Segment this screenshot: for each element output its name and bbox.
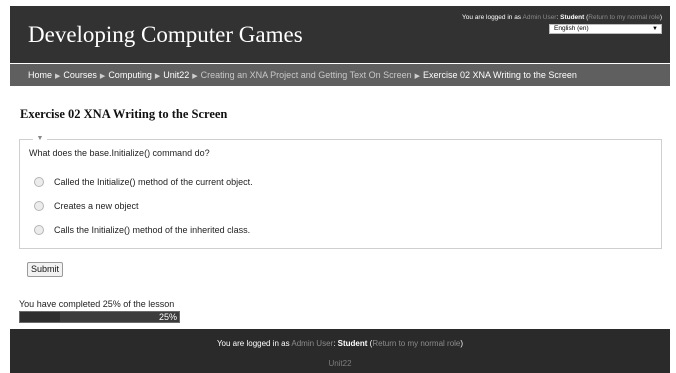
login-colon: :	[333, 339, 336, 348]
breadcrumb: Home ▶ Courses ▶ Computing ▶ Unit22 ▶ Creating a…	[28, 70, 577, 80]
breadcrumb-home[interactable]: Home	[28, 70, 52, 80]
answer-label[interactable]: Creates a new object	[54, 201, 139, 211]
admin-user-link[interactable]: Admin User	[291, 339, 333, 348]
page-header: Developing Computer Games You are logged…	[10, 6, 670, 63]
breadcrumb-current: Exercise 02 XNA Writing to the Screen	[422, 70, 577, 80]
footer-login-info: You are logged in as Admin User: Student…	[10, 339, 670, 348]
breadcrumb-computing[interactable]: Computing	[108, 70, 152, 80]
site-title[interactable]: Developing Computer Games	[28, 22, 303, 48]
breadcrumb-separator-icon: ▶	[192, 73, 198, 80]
breadcrumb-courses[interactable]: Courses	[63, 70, 97, 80]
role-name: Student	[337, 339, 368, 348]
progress-bar: 25%	[19, 311, 180, 323]
login-prefix: You are logged in as	[462, 14, 522, 21]
breadcrumb-separator-icon: ▶	[154, 73, 161, 80]
breadcrumb-separator-icon: ▶	[99, 73, 106, 80]
login-colon: :	[556, 14, 559, 21]
page-footer: You are logged in as Admin User: Student…	[10, 329, 670, 373]
progress-label: 25%	[158, 312, 177, 322]
collapse-arrow-icon[interactable]: ▼	[33, 135, 47, 143]
radio-button[interactable]	[34, 177, 44, 187]
question-fieldset: ▼ What does the base.Initialize() comman…	[19, 135, 662, 249]
role-name: Student	[560, 14, 585, 21]
progress-text: You have completed 25% of the lesson	[19, 299, 175, 309]
answer-label[interactable]: Called the Initialize() method of the cu…	[54, 177, 253, 187]
paren-close: )	[659, 14, 662, 21]
submit-button[interactable]: Submit	[27, 262, 63, 277]
breadcrumb-separator-icon: ▶	[55, 73, 61, 80]
login-info: You are logged in as Admin User: Student…	[462, 14, 662, 21]
navbar: Home ▶ Courses ▶ Computing ▶ Unit22 ▶ Creating a…	[10, 64, 670, 86]
footer-course-link[interactable]: Unit22	[10, 359, 670, 368]
paren-close: )	[460, 339, 464, 348]
question-text: What does the base.Initialize() command …	[29, 148, 210, 158]
return-role-link[interactable]: Return to my normal role	[372, 339, 460, 348]
chevron-down-icon: ▼	[652, 26, 658, 32]
admin-user-link[interactable]: Admin User	[523, 14, 557, 21]
page-frame: Developing Computer Games You are logged…	[10, 6, 670, 373]
breadcrumb-separator-icon: ▶	[414, 73, 420, 80]
breadcrumb-lesson[interactable]: Creating an XNA Project and Getting Text…	[201, 70, 412, 80]
radio-button[interactable]	[34, 201, 44, 211]
breadcrumb-unit22[interactable]: Unit22	[163, 70, 189, 80]
language-value: English (en)	[554, 25, 589, 32]
language-select[interactable]: English (en) ▼	[549, 24, 662, 34]
radio-button[interactable]	[34, 225, 44, 235]
progress-fill	[20, 312, 60, 322]
answer-label[interactable]: Calls the Initialize() method of the inh…	[54, 225, 250, 235]
return-role-link[interactable]: Return to my normal role	[588, 14, 660, 21]
page-title: Exercise 02 XNA Writing to the Screen	[20, 107, 228, 121]
login-prefix: You are logged in as	[216, 339, 290, 348]
